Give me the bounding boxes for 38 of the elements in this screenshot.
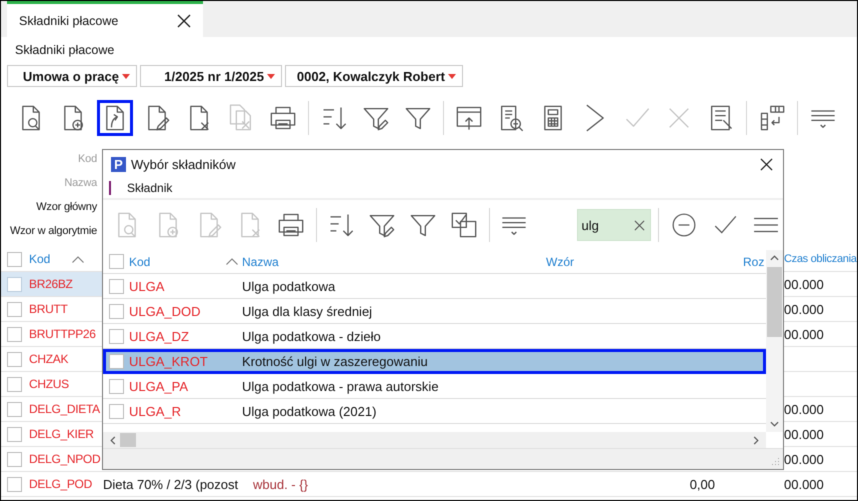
table-cell: Ulga podatkowa (2021) [242, 404, 376, 418]
table-cell: 00.000 [784, 476, 824, 492]
table-cell: CHZUS [29, 377, 69, 391]
page-title: Składniki płacowe [14, 42, 116, 59]
table-cell: 00.000 [784, 402, 824, 416]
field-label: Wzor w algorytmie [10, 225, 97, 237]
table-cell: ULGA_DOD [129, 304, 201, 318]
table-cell: CHZAK [29, 352, 68, 366]
table-cell: 00.000 [784, 302, 824, 316]
table-cell: DELG_POD [29, 477, 92, 491]
table-cell: Krotność ulgi w zaszeregowaniu [242, 354, 428, 368]
table-cell: wbud. - {} [253, 476, 308, 492]
table-cell: ULGA [129, 278, 164, 294]
table-cell: ULGA_PA [129, 378, 188, 394]
dialog-title: Wybór składników [131, 156, 237, 172]
table-cell: 00.000 [784, 452, 824, 466]
table-cell: DELG_KIER [29, 427, 94, 441]
table-cell: BRUTT [29, 302, 68, 316]
table-cell: BRUTTPP26 [29, 327, 96, 341]
field-label: Kod [78, 153, 97, 165]
table-cell: Ulga podatkowa - prawa autorskie [242, 378, 439, 394]
app-logo: P [111, 156, 126, 172]
table-cell: DELG_NPOD [29, 452, 100, 466]
table-cell: ULGA_DZ [129, 328, 189, 344]
table-cell: 00.000 [784, 276, 824, 292]
table-cell: 0,00 [690, 476, 715, 492]
table-cell: Ulga podatkowa [242, 278, 336, 294]
table-cell: BR26BZ [29, 277, 73, 291]
table-cell: ULGA_KROT [129, 354, 208, 368]
table-cell: 00.000 [784, 426, 824, 442]
field-label: Nazwa [64, 177, 97, 189]
table-cell: Dieta 70% / 2/3 (pozost [103, 476, 238, 492]
table-cell: DELG_DIETA [29, 402, 100, 416]
table-cell: Ulga dla klasy średniej [242, 304, 372, 318]
table-cell: ULGA_R [129, 404, 182, 418]
field-label: Wzor główny [36, 201, 97, 213]
table-cell: Ulga podatkowa - dzieło [242, 328, 381, 344]
table-cell: 00.000 [784, 326, 824, 342]
